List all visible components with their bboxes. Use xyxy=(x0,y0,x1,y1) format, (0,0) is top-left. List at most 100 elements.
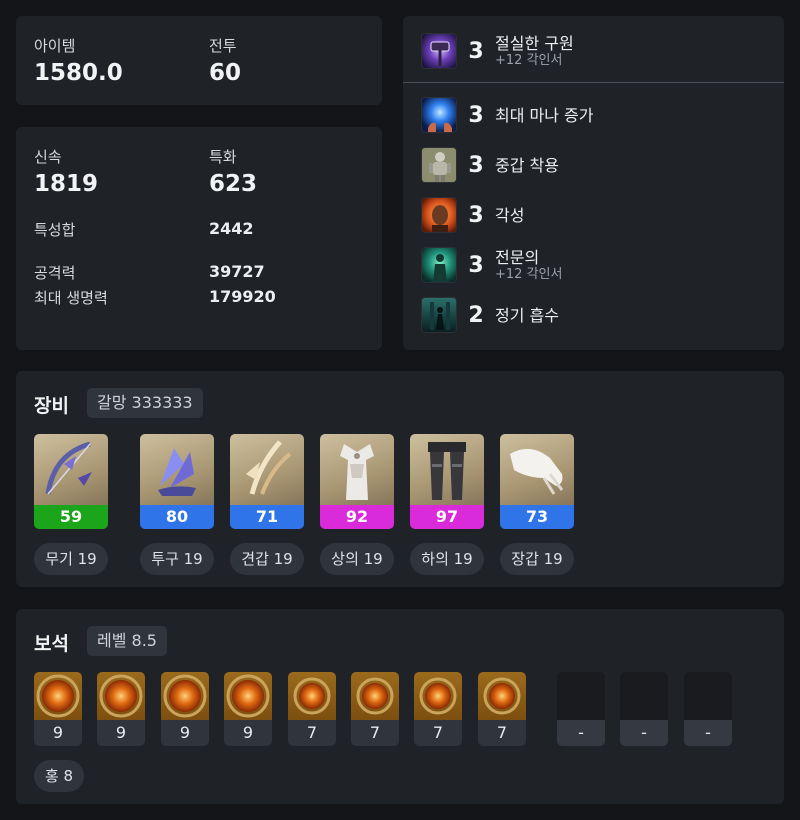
item-level-label: 아이템 xyxy=(34,37,76,55)
engraving-row[interactable]: 2 정기 흡수 xyxy=(421,296,559,334)
engraving-book-bonus: +12 각인서 xyxy=(495,53,563,68)
chest-armor-icon xyxy=(320,434,394,505)
gem-slot[interactable]: 7 xyxy=(478,672,526,746)
gems-title: 보석 xyxy=(34,633,69,655)
stats-card: 신속 1819 특화 623 특성합 2442 공격력 39727 최대 생명력… xyxy=(16,127,382,350)
gloves-icon xyxy=(500,434,574,505)
gem-icon xyxy=(34,672,82,720)
equipment-title: 장비 xyxy=(34,395,69,417)
equipment-tag: 상의 19 xyxy=(320,543,394,575)
engraving-row[interactable]: 3 최대 마나 증가 xyxy=(421,96,594,134)
engravings-card: 3 절실한 구원 +12 각인서 3 최대 마나 증가 3 중갑 착용 3 각성… xyxy=(403,16,784,350)
gem-icon xyxy=(478,672,526,720)
equipment-tag: 하의 19 xyxy=(410,543,484,575)
engraving-row[interactable]: 3 중갑 착용 xyxy=(421,146,559,184)
gem-level: 7 xyxy=(288,720,336,746)
bow-icon xyxy=(34,434,108,505)
equipment-slot[interactable]: 92 xyxy=(320,434,394,529)
equipment-slot[interactable]: 59 xyxy=(34,434,108,529)
combat-level-label: 전투 xyxy=(209,37,237,55)
swiftness-label: 신속 xyxy=(34,148,62,166)
spirit-absorption-icon xyxy=(421,297,457,333)
gem-icon xyxy=(97,672,145,720)
engraving-row[interactable]: 3 절실한 구원 +12 각인서 xyxy=(421,32,574,70)
empty-gem-slot[interactable]: - xyxy=(620,672,668,746)
engraving-row[interactable]: 3 전문의 +12 각인서 xyxy=(421,246,562,284)
max-hp-label: 최대 생명력 xyxy=(34,289,108,307)
gem-slot[interactable]: 9 xyxy=(161,672,209,746)
engraving-level: 3 xyxy=(468,252,484,278)
swiftness-value: 1819 xyxy=(34,171,99,197)
equipment-tag: 장갑 19 xyxy=(500,543,574,575)
summary-card: 아이템 1580.0 전투 60 xyxy=(16,16,382,105)
gems-card: 보석 레벨 8.5 9 9 9 9 7 7 7 7 - - - 홍 8 xyxy=(16,609,784,804)
equipment-slot[interactable]: 73 xyxy=(500,434,574,529)
gem-level: - xyxy=(684,720,732,746)
gem-level: 9 xyxy=(224,720,272,746)
equipment-card: 장비 갈망 333333 59 무기 19 80 투구 19 71 견갑 19 … xyxy=(16,371,784,587)
gem-level: 7 xyxy=(414,720,462,746)
gem-level: 7 xyxy=(351,720,399,746)
gem-slot[interactable]: 7 xyxy=(414,672,462,746)
quality-bar: 92 xyxy=(320,505,394,529)
engraving-name: 중갑 착용 xyxy=(495,155,559,175)
empty-gem-slot[interactable]: - xyxy=(557,672,605,746)
gem-level: - xyxy=(557,720,605,746)
equipment-slot[interactable]: 97 xyxy=(410,434,484,529)
pants-icon xyxy=(410,434,484,505)
combat-level-value: 60 xyxy=(209,60,242,86)
equipment-slot[interactable]: 71 xyxy=(230,434,304,529)
engraving-name: 각성 xyxy=(495,205,525,225)
gem-slot[interactable]: 7 xyxy=(288,672,336,746)
gem-icon xyxy=(161,672,209,720)
elixir-set-badge: 갈망 333333 xyxy=(87,388,203,418)
gem-level: 7 xyxy=(478,720,526,746)
engraving-level: 3 xyxy=(468,152,484,178)
gem-icon xyxy=(351,672,399,720)
empty-gem-slot-icon xyxy=(557,672,605,720)
gem-level-badge: 레벨 8.5 xyxy=(87,626,167,656)
engraving-level: 3 xyxy=(468,102,484,128)
engraving-name: 절실한 구원 xyxy=(495,34,574,53)
gem-icon xyxy=(288,672,336,720)
specialization-label: 특화 xyxy=(209,148,237,166)
engraving-level: 2 xyxy=(468,302,484,328)
empty-gem-slot-icon xyxy=(684,672,732,720)
engraving-row[interactable]: 3 각성 xyxy=(421,196,524,234)
equipment-slot[interactable]: 80 xyxy=(140,434,214,529)
quality-bar: 80 xyxy=(140,505,214,529)
attack-power-label: 공격력 xyxy=(34,264,76,282)
gem-slot[interactable]: 9 xyxy=(97,672,145,746)
gem-level: 9 xyxy=(161,720,209,746)
stat-total-value: 2442 xyxy=(209,219,254,238)
gem-level: 9 xyxy=(34,720,82,746)
equipment-tag: 무기 19 xyxy=(34,543,108,575)
engraving-name: 정기 흡수 xyxy=(495,305,559,325)
mana-orb-icon xyxy=(421,97,457,133)
empty-gem-slot-icon xyxy=(620,672,668,720)
specialization-value: 623 xyxy=(209,171,258,197)
quality-bar: 59 xyxy=(34,505,108,529)
grudge-hammer-icon xyxy=(421,33,457,69)
attack-power-value: 39727 xyxy=(209,262,265,281)
empty-gem-slot[interactable]: - xyxy=(684,672,732,746)
engraving-level: 3 xyxy=(468,38,484,64)
helmet-icon xyxy=(140,434,214,505)
engraving-name: 전문의 xyxy=(495,248,540,267)
gem-slot[interactable]: 7 xyxy=(351,672,399,746)
gem-summary-tag: 홍 8 xyxy=(34,760,84,792)
stat-total-label: 특성합 xyxy=(34,221,76,239)
quality-bar: 73 xyxy=(500,505,574,529)
gem-slot[interactable]: 9 xyxy=(34,672,82,746)
item-level-value: 1580.0 xyxy=(34,60,123,86)
gem-level: - xyxy=(620,720,668,746)
engraving-divider xyxy=(403,82,784,83)
max-hp-value: 179920 xyxy=(209,287,276,306)
quality-bar: 71 xyxy=(230,505,304,529)
heavy-armor-icon xyxy=(421,147,457,183)
expert-icon xyxy=(421,247,457,283)
engraving-level: 3 xyxy=(468,202,484,228)
gem-icon xyxy=(414,672,462,720)
gem-slot[interactable]: 9 xyxy=(224,672,272,746)
gem-level: 9 xyxy=(97,720,145,746)
